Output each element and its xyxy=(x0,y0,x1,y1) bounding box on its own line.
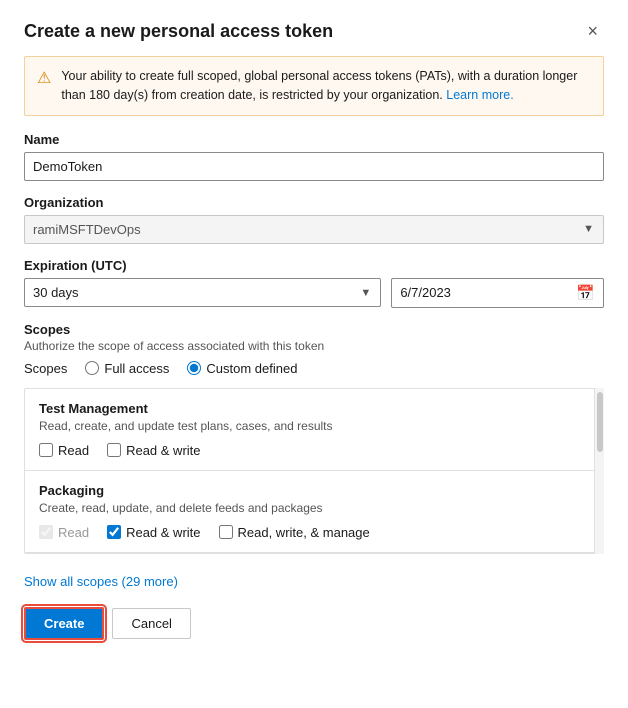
pkg-readwrite-label: Read & write xyxy=(126,525,200,540)
learn-more-link[interactable]: Learn more. xyxy=(446,88,513,102)
tm-read-label: Read xyxy=(58,443,89,458)
custom-defined-label: Custom defined xyxy=(206,361,297,376)
expiration-label: Expiration (UTC) xyxy=(24,258,604,273)
packaging-section: Packaging Create, read, update, and dele… xyxy=(25,471,603,553)
pkg-manage-checkbox[interactable] xyxy=(219,525,233,539)
tm-readwrite-label: Read & write xyxy=(126,443,200,458)
dialog-title: Create a new personal access token xyxy=(24,21,333,42)
full-access-option[interactable]: Full access xyxy=(85,361,169,376)
cancel-button[interactable]: Cancel xyxy=(112,608,190,639)
expiration-field-group: Expiration (UTC) 30 days ▼ 📅 xyxy=(24,258,604,308)
pkg-read-label: Read xyxy=(58,525,89,540)
organization-select-wrapper: ramiMSFTDevOps ▼ xyxy=(24,215,604,244)
organization-select[interactable]: ramiMSFTDevOps xyxy=(24,215,604,244)
date-input-wrapper: 📅 xyxy=(391,278,604,308)
tm-readwrite-option[interactable]: Read & write xyxy=(107,443,200,458)
scrollbar-thumb xyxy=(597,392,603,452)
tm-read-option[interactable]: Read xyxy=(39,443,89,458)
test-management-section: Test Management Read, create, and update… xyxy=(25,389,603,471)
expiration-row: 30 days ▼ 📅 xyxy=(24,278,604,308)
name-field-group: Name xyxy=(24,132,604,181)
warning-banner: ⚠ Your ability to create full scoped, gl… xyxy=(24,56,604,116)
scopes-section: Scopes Authorize the scope of access ass… xyxy=(24,322,604,376)
pkg-manage-label: Read, write, & manage xyxy=(238,525,370,540)
create-button[interactable]: Create xyxy=(24,607,104,640)
name-input[interactable] xyxy=(24,152,604,181)
calendar-icon[interactable]: 📅 xyxy=(576,284,595,302)
duration-select-wrapper: 30 days ▼ xyxy=(24,278,381,308)
test-management-desc: Read, create, and update test plans, cas… xyxy=(39,419,583,433)
create-token-dialog: Create a new personal access token × ⚠ Y… xyxy=(0,0,628,708)
name-label: Name xyxy=(24,132,604,147)
custom-defined-radio[interactable] xyxy=(187,361,201,375)
pkg-read-option[interactable]: Read xyxy=(39,525,89,540)
scopes-wrapper: Test Management Read, create, and update… xyxy=(24,388,604,554)
test-management-title: Test Management xyxy=(39,401,583,416)
scopes-container: Test Management Read, create, and update… xyxy=(24,388,604,554)
scopes-title: Scopes xyxy=(24,322,604,337)
dialog-header: Create a new personal access token × xyxy=(24,20,604,42)
test-management-checkboxes: Read Read & write xyxy=(39,443,583,458)
scopes-description: Authorize the scope of access associated… xyxy=(24,339,604,353)
organization-field-group: Organization ramiMSFTDevOps ▼ xyxy=(24,195,604,244)
close-button[interactable]: × xyxy=(581,20,604,42)
pkg-manage-option[interactable]: Read, write, & manage xyxy=(219,525,370,540)
pkg-read-checkbox[interactable] xyxy=(39,525,53,539)
pkg-readwrite-option[interactable]: Read & write xyxy=(107,525,200,540)
duration-select[interactable]: 30 days xyxy=(24,278,381,307)
tm-read-checkbox[interactable] xyxy=(39,443,53,457)
packaging-desc: Create, read, update, and delete feeds a… xyxy=(39,501,583,515)
footer-actions: Create Cancel xyxy=(24,607,604,640)
organization-label: Organization xyxy=(24,195,604,210)
show-all-scopes-link[interactable]: Show all scopes (29 more) xyxy=(24,574,178,589)
pkg-readwrite-checkbox[interactable] xyxy=(107,525,121,539)
scopes-options: Scopes Full access Custom defined xyxy=(24,361,604,376)
warning-icon: ⚠ xyxy=(37,68,51,88)
warning-text: Your ability to create full scoped, glob… xyxy=(61,67,591,105)
custom-defined-option[interactable]: Custom defined xyxy=(187,361,297,376)
scrollbar[interactable] xyxy=(594,388,604,554)
scopes-label: Scopes xyxy=(24,361,67,376)
date-input[interactable] xyxy=(400,285,576,300)
full-access-radio[interactable] xyxy=(85,361,99,375)
full-access-label: Full access xyxy=(104,361,169,376)
packaging-checkboxes: Read Read & write Read, write, & manage xyxy=(39,525,583,540)
tm-readwrite-checkbox[interactable] xyxy=(107,443,121,457)
packaging-title: Packaging xyxy=(39,483,583,498)
